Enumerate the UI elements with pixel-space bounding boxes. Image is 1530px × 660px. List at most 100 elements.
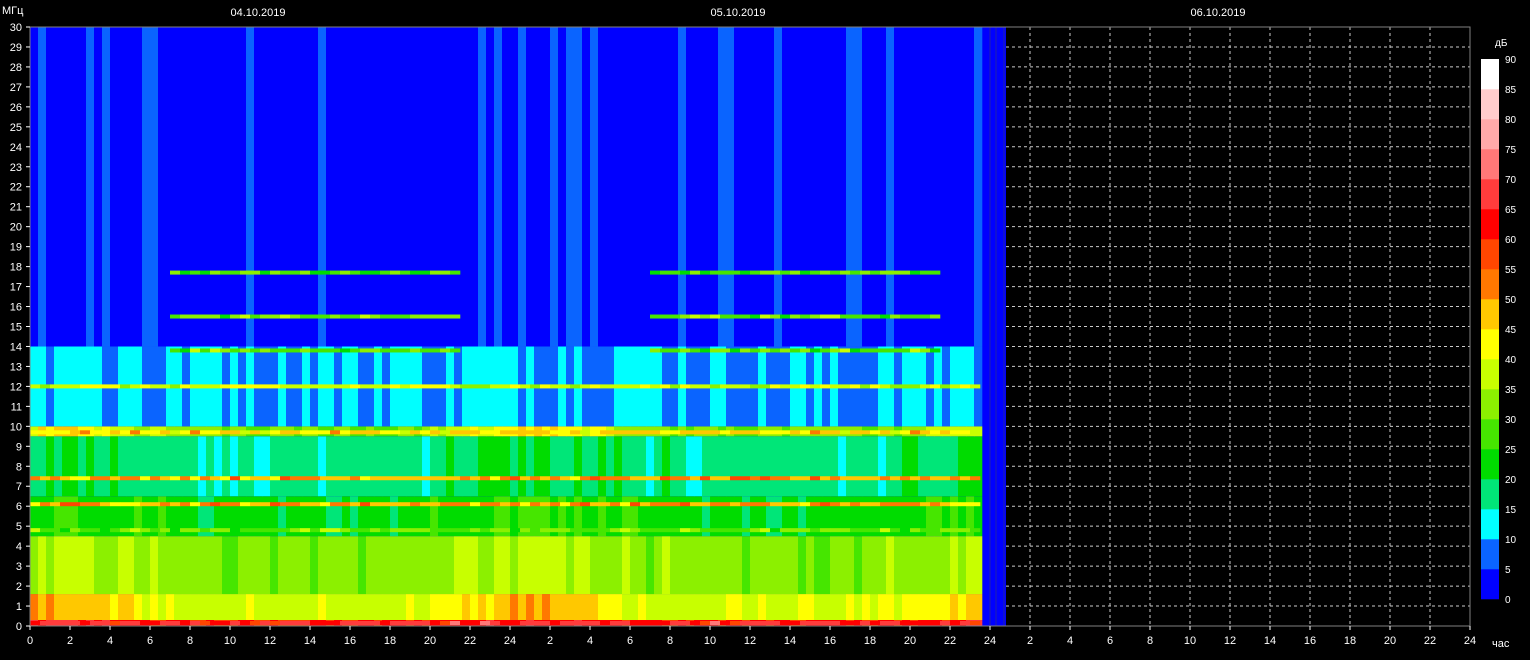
- band-cell: [62, 594, 71, 621]
- x-tick-label: 8: [187, 635, 193, 647]
- x-tick-label: 10: [224, 635, 236, 647]
- y-tick-label: 4: [16, 541, 22, 553]
- line-cell: [600, 621, 611, 625]
- line-cell: [450, 502, 461, 507]
- line-cell: [270, 476, 281, 481]
- band-cell: [574, 536, 583, 595]
- spectrogram-chart: МГц 012345678910111213141516171819202122…: [0, 0, 1530, 660]
- line-cell: [920, 476, 931, 481]
- line-cell: [740, 502, 751, 507]
- line-cell: [360, 476, 371, 481]
- line-cell: [150, 621, 161, 625]
- band-cell: [358, 594, 367, 621]
- line-cell: [200, 621, 211, 625]
- band-cell: [262, 536, 271, 595]
- band-cell: [558, 436, 567, 497]
- line-cell: [780, 314, 791, 319]
- line-cell: [150, 384, 161, 389]
- line-cell: [390, 270, 401, 275]
- band-cell: [750, 436, 759, 497]
- band-cell: [686, 436, 695, 497]
- band-cell: [510, 27, 519, 347]
- line-cell: [370, 430, 381, 435]
- band-cell: [30, 436, 39, 497]
- line-cell: [710, 430, 721, 435]
- colorbar-tick-label: 85: [1505, 85, 1517, 96]
- line-cell: [710, 528, 721, 533]
- band-cell: [798, 594, 807, 621]
- line-cell: [210, 621, 221, 625]
- line-cell: [300, 384, 311, 389]
- band-cell: [670, 436, 679, 497]
- line-cell: [250, 621, 261, 625]
- band-cell: [430, 27, 439, 347]
- line-cell: [660, 314, 671, 319]
- band-cell: [406, 436, 415, 497]
- band-cell: [518, 536, 527, 595]
- line-cell: [30, 430, 41, 435]
- line-cell: [590, 384, 601, 389]
- line-cell: [440, 314, 451, 319]
- band-cell: [342, 27, 351, 347]
- line-cell: [230, 528, 241, 533]
- line-cell: [590, 621, 601, 625]
- band-cell: [902, 594, 911, 621]
- line-cell: [350, 384, 361, 389]
- band-cell: [246, 536, 255, 595]
- band-cell: [726, 436, 735, 497]
- line-cell: [170, 384, 181, 389]
- band-cell: [262, 436, 271, 497]
- line-cell: [440, 348, 451, 353]
- line-cell: [970, 502, 981, 507]
- x-tick-label: 20: [1384, 635, 1396, 647]
- colorbar-tick-label: 10: [1505, 535, 1517, 546]
- line-cell: [430, 430, 441, 435]
- band-cell: [894, 536, 903, 595]
- x-tick-label: 14: [304, 635, 316, 647]
- line-cell: [760, 502, 771, 507]
- line-cell: [720, 270, 731, 275]
- band-cell: [974, 594, 983, 621]
- band-cell: [478, 536, 487, 595]
- band-cell: [566, 27, 575, 347]
- line-cell: [280, 528, 291, 533]
- x-tick-label: 20: [424, 635, 436, 647]
- band-cell: [702, 27, 711, 347]
- band-cell: [974, 536, 983, 595]
- band-cell: [878, 27, 887, 347]
- line-cell: [50, 430, 61, 435]
- band-cell: [174, 436, 183, 497]
- line-cell: [700, 314, 711, 319]
- band-cell: [734, 27, 743, 347]
- line-cell: [460, 502, 471, 507]
- line-cell: [880, 348, 891, 353]
- y-tick-label: 14: [10, 341, 22, 353]
- band-cell: [926, 594, 935, 621]
- line-cell: [210, 384, 221, 389]
- band-cell: [318, 27, 327, 347]
- line-cell: [270, 348, 281, 353]
- line-cell: [250, 528, 261, 533]
- x-tick-label: 16: [824, 635, 836, 647]
- line-cell: [280, 348, 291, 353]
- line-cell: [510, 502, 521, 507]
- band-cell: [254, 27, 263, 347]
- line-cell: [790, 502, 801, 507]
- line-cell: [290, 476, 301, 481]
- line-cell: [900, 430, 911, 435]
- band-cell: [534, 594, 543, 621]
- line-cell: [670, 528, 681, 533]
- band-cell: [430, 536, 439, 595]
- line-cell: [400, 314, 411, 319]
- line-cell: [870, 621, 881, 625]
- line-cell: [210, 270, 221, 275]
- line-cell: [60, 384, 71, 389]
- band-cell: [374, 594, 383, 621]
- line-cell: [370, 348, 381, 353]
- band-cell: [382, 27, 391, 347]
- line-cell: [530, 502, 541, 507]
- line-cell: [200, 502, 211, 507]
- band-cell: [310, 27, 319, 347]
- line-cell: [70, 476, 81, 481]
- line-cell: [330, 476, 341, 481]
